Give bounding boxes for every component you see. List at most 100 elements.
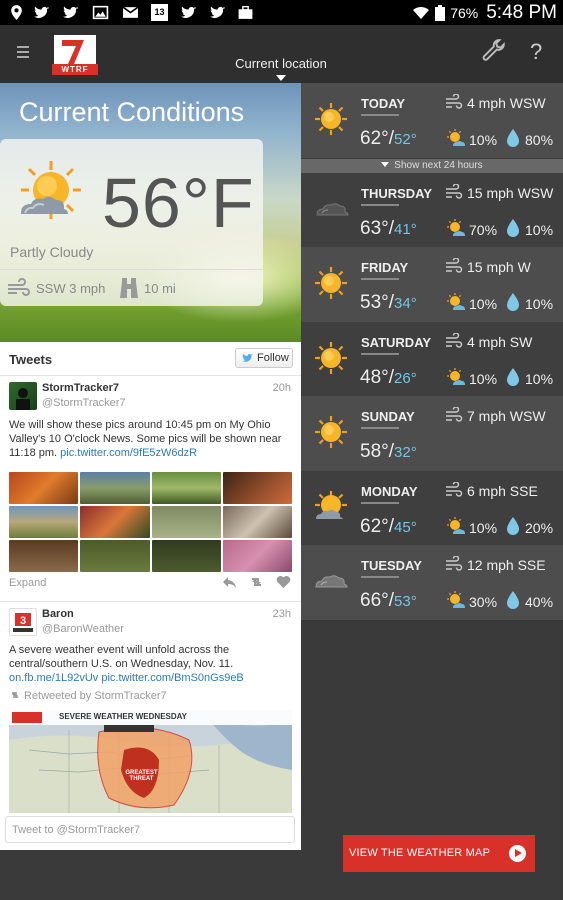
- forecast-high: 62°: [360, 516, 389, 537]
- view-weather-map-label: VIEW THE WEATHER MAP: [349, 847, 491, 859]
- forecast-precip-chance: 10%: [525, 296, 554, 312]
- forecast-low: 34°: [394, 295, 417, 312]
- briefcase-icon: [238, 5, 253, 19]
- forecast-day-monday[interactable]: MONDAY 62°/45° 6 mph SSE 10% 20%: [301, 471, 563, 546]
- forecast-wind: 12 mph SSE: [467, 557, 546, 573]
- forecast-precip-chance: 80%: [525, 132, 554, 148]
- wind-icon: [446, 556, 463, 571]
- play-icon: [509, 845, 526, 862]
- follow-button[interactable]: Follow: [235, 348, 293, 368]
- tweet-item[interactable]: StormTracker7 @StormTracker7 20h We will…: [0, 377, 301, 602]
- forecast-sun-chance: 10%: [469, 371, 498, 387]
- tweet-text: A severe weather event will unfold acros…: [9, 643, 292, 685]
- tweet-text: We will show these pics around 10:45 pm …: [9, 418, 292, 460]
- logo-text: WTRF: [61, 65, 89, 74]
- tweet-link[interactable]: pic.twitter.com/9fE5zW6dzR: [60, 447, 197, 459]
- menu-icon[interactable]: [17, 46, 29, 60]
- sun-shower-icon: [447, 129, 465, 146]
- retweet-icon[interactable]: [249, 575, 264, 589]
- retweet-attribution: Retweeted by StormTracker7: [9, 690, 167, 702]
- tweet-item[interactable]: 3 Baron @BaronWeather 23h A severe weath…: [0, 603, 301, 823]
- current-visibility: 10 mi: [144, 281, 176, 296]
- tweet-timestamp[interactable]: 23h: [273, 608, 291, 620]
- storm-cloud-icon: [316, 203, 349, 216]
- forecast-day-friday[interactable]: FRIDAY 53°/34° 15 mph W 10% 10%: [301, 247, 563, 322]
- tweet-expand-link[interactable]: Expand: [9, 577, 46, 589]
- wtrf-logo[interactable]: 7 WTRF: [52, 35, 98, 75]
- forecast-wind: 7 mph WSW: [467, 408, 546, 424]
- image-icon: [92, 5, 109, 20]
- forecast-low: 45°: [394, 519, 417, 536]
- current-conditions-card[interactable]: 56°F Partly Cloudy SSW 3 mph 10 mi: [0, 139, 263, 306]
- forecast-day-tuesday[interactable]: TUESDAY 66°/53° 12 mph SSE 30% 40%: [301, 545, 563, 620]
- sun-icon: [315, 342, 347, 374]
- calendar-icon: 13: [151, 4, 168, 21]
- sun-shower-icon: [447, 591, 465, 608]
- forecast-low: 41°: [394, 221, 417, 238]
- tweet-map-image[interactable]: SEVERE WEATHER WEDNESDAY GREATEST THREAT: [9, 710, 292, 813]
- tweet-actions: [222, 575, 291, 589]
- tweets-widget: Tweets Follow StormTracker7 @StormTracke…: [0, 342, 301, 850]
- follow-label: Follow: [257, 352, 289, 364]
- forecast-temperature: 53°/34°: [360, 292, 417, 313]
- clock: 5:48 PM: [486, 2, 557, 23]
- tweet-body: A severe weather event will unfold acros…: [9, 644, 234, 670]
- forecast-wind: 15 mph W: [467, 259, 531, 275]
- tweet-photo-grid[interactable]: [9, 472, 292, 572]
- show-next-24-hours-toggle[interactable]: Show next 24 hours: [301, 159, 563, 173]
- twitter-icon: [210, 6, 225, 18]
- divider: [361, 353, 399, 355]
- location-selector[interactable]: Current location: [206, 56, 356, 71]
- forecast-wind: 4 mph SW: [467, 334, 533, 350]
- wind-icon: [8, 278, 30, 296]
- forecast-high: 66°: [360, 590, 389, 611]
- forecast-temperature: 48°/26°: [360, 367, 417, 388]
- left-panel: Current Conditions 56°F Partly Cloudy SS…: [0, 83, 301, 850]
- raindrop-icon: [507, 219, 519, 237]
- forecast-day-name: FRIDAY: [361, 260, 409, 275]
- forecast-low: 52°: [394, 131, 417, 148]
- forecast-day-thursday[interactable]: THURSDAY 63°/41° 15 mph WSW 70% 10%: [301, 173, 563, 248]
- forecast-day-sunday[interactable]: SUNDAY 58°/32° 7 mph WSW: [301, 396, 563, 471]
- tweet-author-name[interactable]: Baron: [42, 608, 74, 620]
- sun-shower-icon: [447, 368, 465, 385]
- forecast-precip-chance: 10%: [525, 371, 554, 387]
- forecast-low: 32°: [394, 444, 417, 461]
- raindrop-icon: [507, 129, 519, 147]
- forecast-sun-chance: 30%: [469, 594, 498, 610]
- sun-shower-icon: [447, 293, 465, 310]
- tweet-link[interactable]: on.fb.me/1L92vUv pic.twitter.com/BmS0nGs…: [9, 672, 244, 684]
- chevron-down-icon: [381, 162, 390, 167]
- forecast-temperature: 63°/41°: [360, 218, 417, 239]
- forecast-high: 62°: [360, 128, 389, 149]
- sun-shower-icon: [447, 517, 465, 534]
- current-wind: SSW 3 mph: [36, 281, 106, 296]
- tweet-author-name[interactable]: StormTracker7: [42, 382, 119, 394]
- bottom-area: [0, 850, 301, 900]
- view-weather-map-button[interactable]: VIEW THE WEATHER MAP: [343, 835, 535, 872]
- tweet-timestamp[interactable]: 20h: [273, 382, 291, 394]
- forecast-day-name: MONDAY: [361, 484, 418, 499]
- wind-icon: [446, 407, 463, 422]
- forecast-day-today[interactable]: TODAY 62°/52° 4 mph WSW 10% 80%: [301, 83, 563, 158]
- reply-icon[interactable]: [222, 575, 237, 589]
- partly-cloudy-icon: [21, 161, 81, 219]
- binoculars-icon: [120, 278, 138, 298]
- sun-shower-icon: [447, 219, 465, 236]
- forecast-temperature: 66°/53°: [360, 590, 417, 611]
- tweet-author-handle[interactable]: @StormTracker7: [42, 397, 126, 409]
- avatar[interactable]: [9, 382, 37, 410]
- location-dropdown-caret-icon[interactable]: [276, 75, 286, 81]
- help-icon[interactable]: ?: [530, 39, 542, 65]
- settings-wrench-icon[interactable]: [481, 39, 507, 65]
- show-next-label: Show next 24 hours: [394, 160, 483, 171]
- wind-icon: [446, 258, 463, 273]
- tweet-author-handle[interactable]: @BaronWeather: [42, 623, 124, 635]
- forecast-day-saturday[interactable]: SATURDAY 48°/26° 4 mph SW 10% 10%: [301, 322, 563, 397]
- retweet-icon: [11, 692, 19, 698]
- battery-icon: [435, 5, 446, 21]
- avatar[interactable]: 3: [9, 608, 37, 636]
- tweet-compose-input[interactable]: Tweet to @StormTracker7: [5, 816, 295, 843]
- forecast-wind: 6 mph SSE: [467, 483, 538, 499]
- favorite-icon[interactable]: [276, 575, 291, 589]
